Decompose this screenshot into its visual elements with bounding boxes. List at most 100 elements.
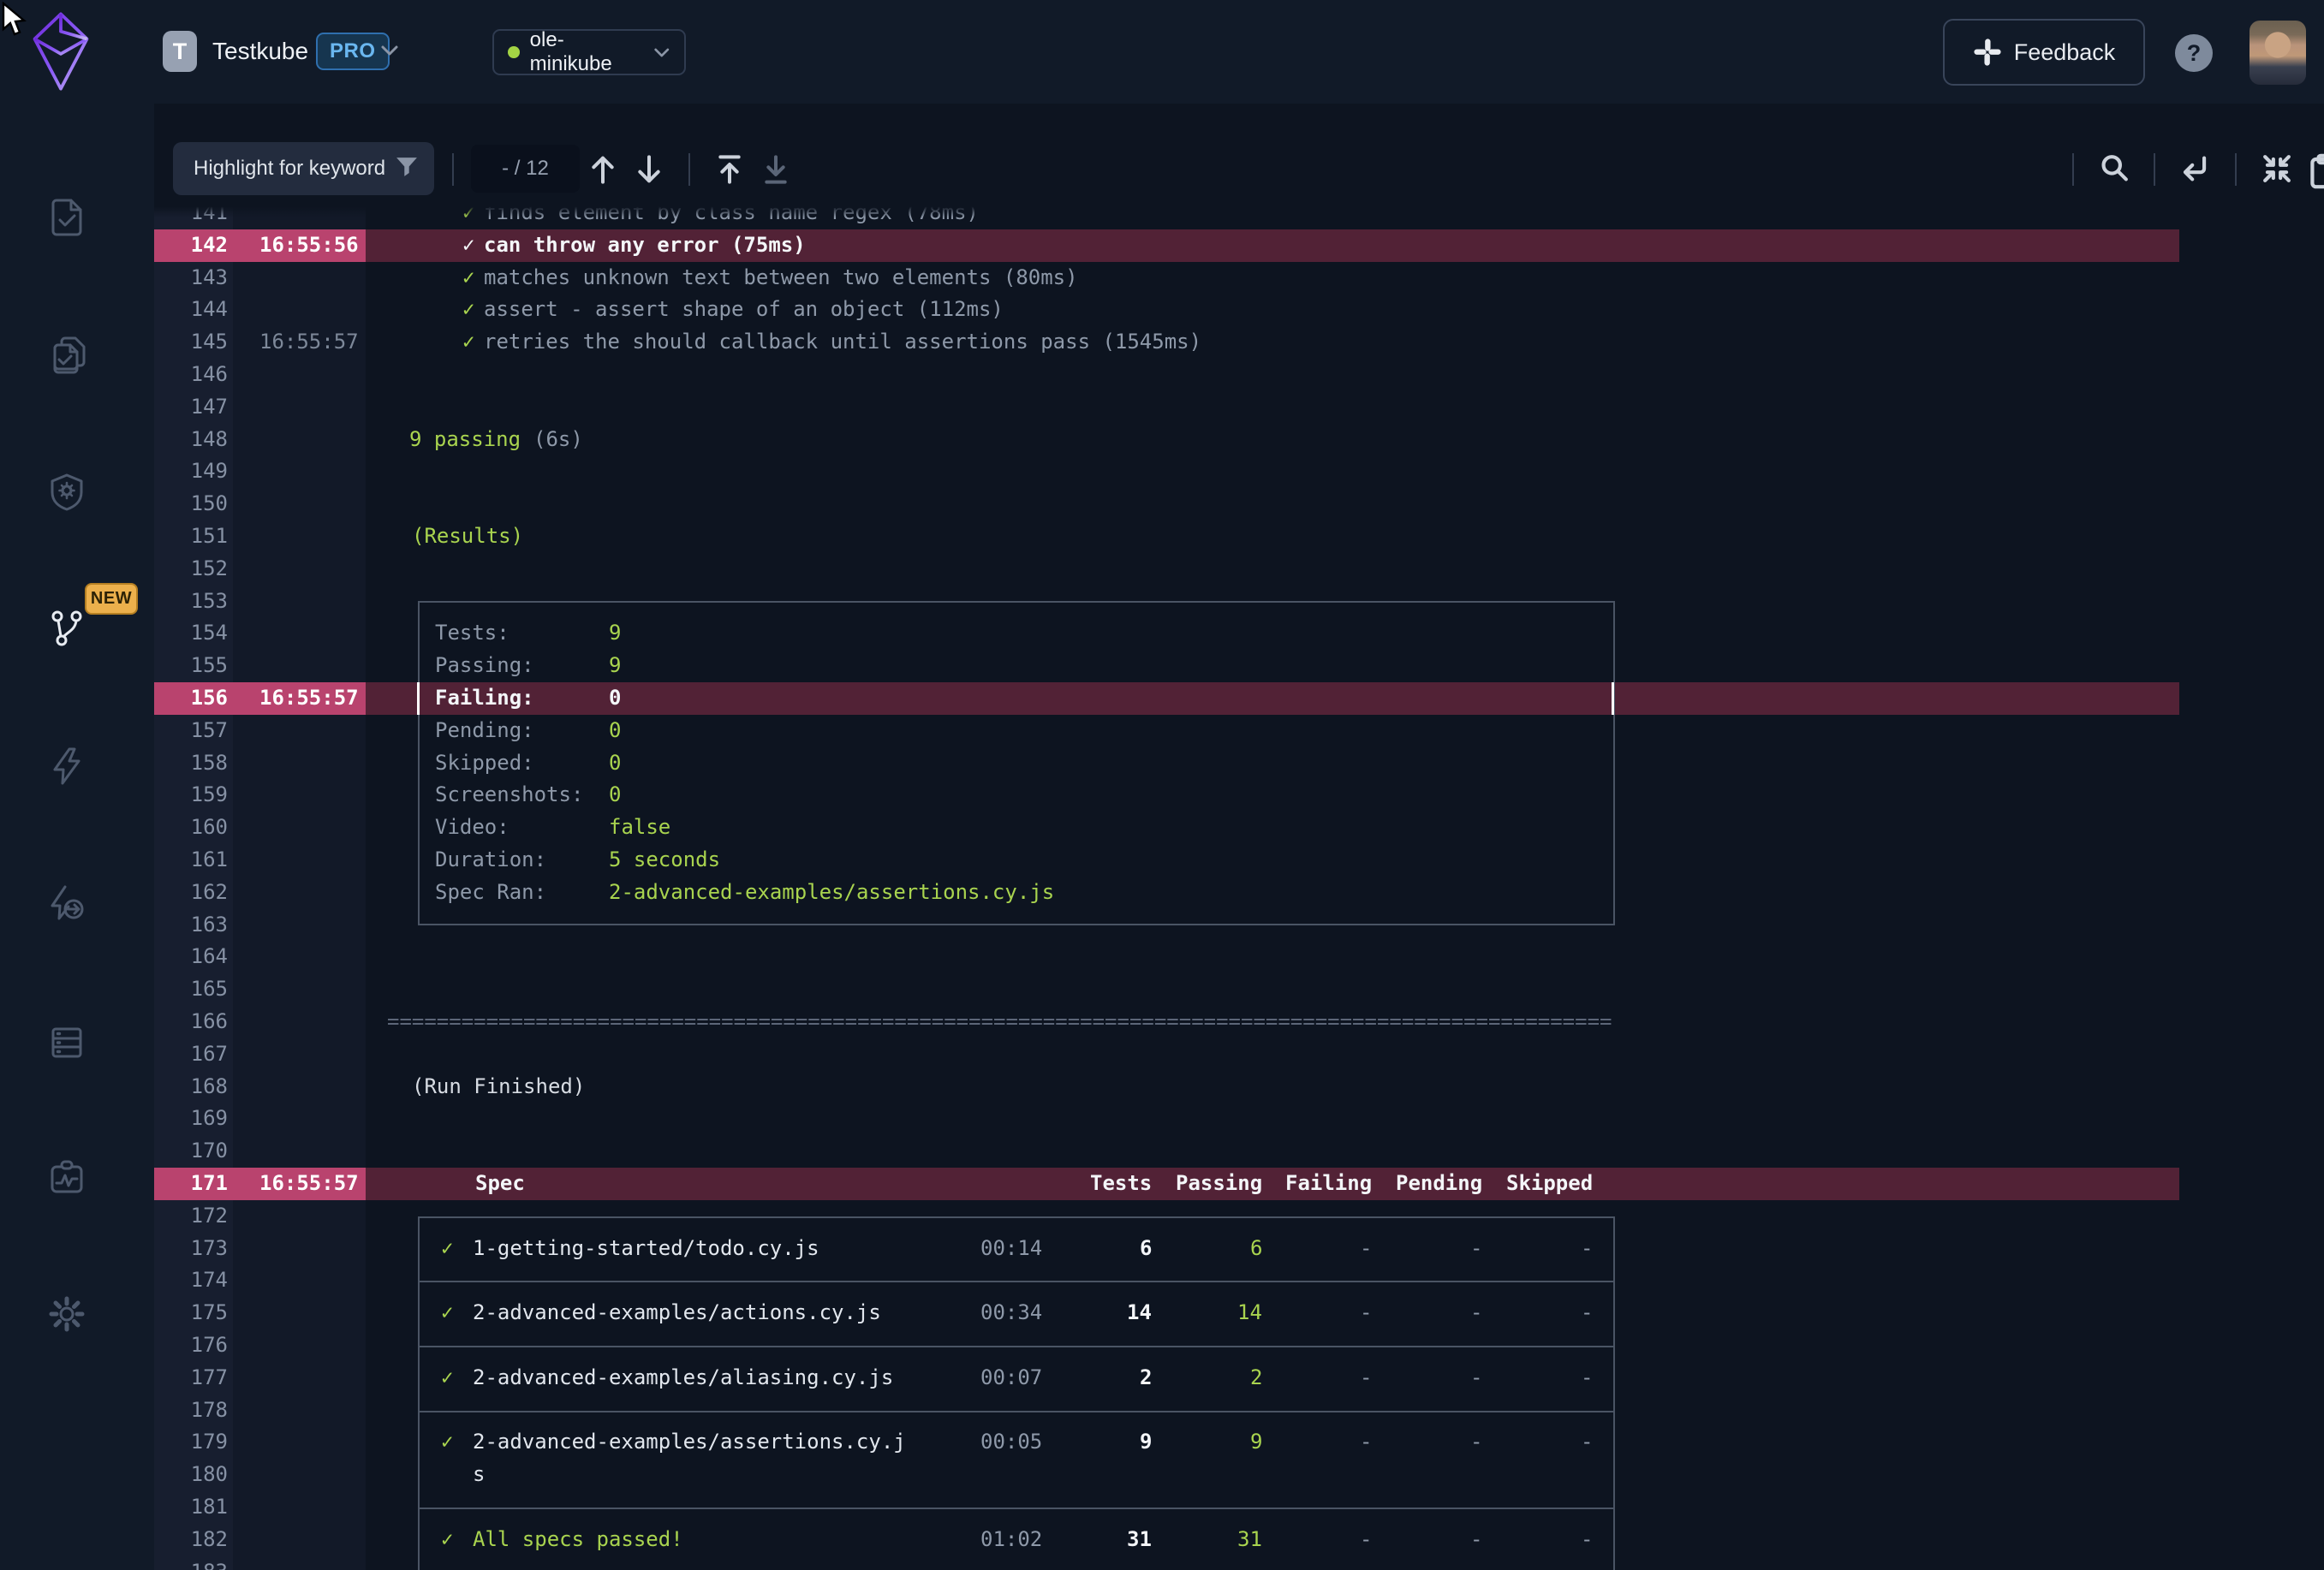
log-text-segment: Pending: [1396, 1168, 1482, 1200]
line-number: 168: [154, 1071, 228, 1103]
log-row-144: 144✓assert - assert shape of an object (…: [154, 294, 2324, 326]
slack-icon: [1973, 38, 2002, 67]
filter-funnel-icon[interactable]: [396, 157, 418, 177]
match-counter: - / 12: [471, 145, 580, 193]
sidebar-item-tests[interactable]: [46, 197, 87, 238]
log-text-segment: -: [1360, 1297, 1372, 1329]
log-text-segment: ✓: [441, 1362, 453, 1395]
log-line-content: [366, 1103, 2324, 1135]
scroll-to-bottom-button[interactable]: [762, 153, 790, 190]
collapse-icon: [2261, 153, 2292, 184]
sidebar-item-webhooks[interactable]: [46, 883, 87, 925]
line-number: 149: [154, 455, 228, 488]
log-row-171: 17116:55:57SpecTestsPassingFailingPendin…: [154, 1168, 2324, 1200]
log-viewport[interactable]: 141✓finds element by class name regex (7…: [154, 205, 2324, 1570]
log-toolbar: - / 12: [154, 104, 2324, 205]
feedback-label: Feedback: [2014, 39, 2116, 66]
line-number: 154: [154, 617, 228, 650]
log-text-segment: -: [1360, 1233, 1372, 1265]
log-text-segment: 00:07: [980, 1362, 1042, 1395]
sidebar-item-settings[interactable]: [46, 1293, 87, 1335]
environment-select[interactable]: ole-minikube: [492, 29, 686, 75]
next-match-button[interactable]: [635, 153, 663, 190]
log-text-segment: (Results): [412, 520, 523, 553]
divider: [2154, 153, 2155, 186]
log-text-segment: 6: [1140, 1233, 1152, 1265]
sidebar-item-test-suites[interactable]: [46, 335, 87, 376]
scroll-to-top-button[interactable]: [716, 153, 743, 190]
divider: [2072, 153, 2074, 186]
log-line-content: [366, 359, 2324, 391]
log-row-143: 143✓matches unknown text between two ele…: [154, 262, 2324, 294]
log-row-173: 173✓1-getting-started/todo.cy.js00:1466-…: [154, 1233, 2324, 1265]
line-number: 142: [154, 229, 228, 262]
line-number: 175: [154, 1297, 228, 1329]
log-line-content: ✓retries the should callback until asser…: [366, 326, 2324, 359]
log-text-segment: 01:02: [980, 1524, 1042, 1556]
log-text-segment: -: [1581, 1297, 1593, 1329]
sidebar-item-git-flows[interactable]: [46, 608, 87, 649]
log-text-segment: Skipped: [1506, 1168, 1593, 1200]
collapse-button[interactable]: [2261, 153, 2292, 188]
line-number: 161: [154, 844, 228, 877]
log-text-segment: Passing: [1176, 1168, 1262, 1200]
line-number: 157: [154, 715, 228, 747]
previous-match-button[interactable]: [589, 153, 617, 190]
line-number: 166: [154, 1006, 228, 1038]
help-button[interactable]: ?: [2175, 34, 2213, 72]
log-text-segment: -: [1470, 1362, 1482, 1395]
log-text-segment: -: [1581, 1233, 1593, 1265]
log-text-segment: ✓: [441, 1297, 453, 1329]
env-status-dot-icon: [508, 46, 520, 58]
log-row-149: 149: [154, 455, 2324, 488]
line-number: 174: [154, 1264, 228, 1297]
sidebar-item-triggers[interactable]: [46, 746, 87, 787]
line-number: 151: [154, 520, 228, 553]
gear-icon: [46, 1293, 87, 1335]
log-text-segment: -: [1470, 1297, 1482, 1329]
sidebar-item-executors[interactable]: [46, 472, 87, 513]
log-row-179: 179✓2-advanced-examples/assertions.cy.j0…: [154, 1426, 2324, 1459]
log-line-content: ✓1-getting-started/todo.cy.js00:1466---: [366, 1233, 2324, 1265]
line-number: 150: [154, 488, 228, 520]
user-avatar[interactable]: [2250, 21, 2306, 85]
log-row-145: 14516:55:57✓retries the should callback …: [154, 326, 2324, 359]
search-button[interactable]: [2100, 153, 2129, 188]
log-text-segment: -: [1581, 1426, 1593, 1459]
sidebar-item-sources[interactable]: [46, 1021, 87, 1062]
log-text-segment: can throw any error (75ms): [484, 229, 806, 262]
log-line-content: SpecTestsPassingFailingPendingSkipped: [366, 1168, 2324, 1200]
log-line-content: ✓assert - assert shape of an object (112…: [366, 294, 2324, 326]
testkube-logo-icon[interactable]: [31, 10, 91, 97]
log-row-169: 169: [154, 1103, 2324, 1135]
log-text-segment: 00:34: [980, 1297, 1042, 1329]
log-text-segment: 31: [1127, 1524, 1152, 1556]
log-text-segment: ✓: [462, 326, 474, 359]
feedback-button[interactable]: Feedback: [1943, 19, 2145, 86]
log-text-segment: 14: [1237, 1297, 1262, 1329]
log-line-content: 9 passing(6s): [366, 424, 2324, 456]
line-number: 181: [154, 1491, 228, 1524]
wrap-lines-button[interactable]: [2180, 153, 2209, 188]
log-row-170: 170: [154, 1135, 2324, 1168]
copy-log-button[interactable]: [2309, 153, 2324, 193]
spec-table-line: [418, 1346, 1615, 1347]
log-row-147: 147: [154, 391, 2324, 424]
line-number: 170: [154, 1135, 228, 1168]
line-number: 178: [154, 1395, 228, 1427]
log-text-segment: 00:14: [980, 1233, 1042, 1265]
log-line-content: ✓All specs passed!01:023131---: [366, 1524, 2324, 1556]
spec-table-left-border: [418, 1216, 420, 1570]
lightning-icon: [46, 746, 87, 787]
org-chevron-down-icon[interactable]: [380, 45, 399, 56]
timestamp: 16:55:57: [259, 1168, 359, 1200]
line-number: 177: [154, 1362, 228, 1395]
log-text-segment: -: [1581, 1362, 1593, 1395]
mouse-cursor: [2, 2, 31, 39]
log-row-165: 165: [154, 973, 2324, 1006]
log-row-152: 152: [154, 553, 2324, 586]
log-text-segment: -: [1360, 1426, 1372, 1459]
log-row-142: 14216:55:56✓can throw any error (75ms): [154, 229, 2324, 262]
log-row-183: 183: [154, 1556, 2324, 1570]
sidebar-item-status-pages[interactable]: [46, 1157, 87, 1198]
